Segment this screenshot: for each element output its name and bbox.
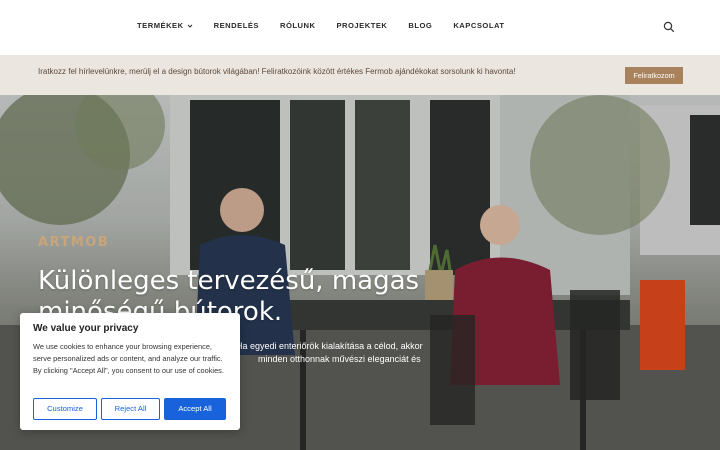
newsletter-text: Iratkozz fel hírlevelünkre, merülj el a …: [38, 67, 516, 76]
nav-item-kapcsolat[interactable]: KAPCSOLAT: [453, 21, 504, 30]
site-header: TERMÉKEK RENDELÉS RÓLUNK PROJEKTEK BLOG …: [0, 0, 720, 55]
main-nav: TERMÉKEK RENDELÉS RÓLUNK PROJEKTEK BLOG …: [137, 21, 526, 30]
nav-item-blog[interactable]: BLOG: [408, 21, 432, 30]
hero-subtitle-line: minden otthonnak művészi eleganciát és: [258, 354, 421, 364]
newsletter-bar: Iratkozz fel hírlevelünkre, merülj el a …: [0, 55, 720, 95]
nav-item-label: BLOG: [408, 21, 433, 30]
nav-item-label: TERMÉKEK: [137, 21, 184, 30]
nav-item-rendeles[interactable]: RENDELÉS: [214, 21, 259, 30]
nav-item-termekek[interactable]: TERMÉKEK: [137, 21, 193, 30]
nav-item-label: PROJEKTEK: [336, 21, 388, 30]
cookie-text: We use cookies to enhance your browsing …: [33, 342, 224, 375]
cookie-title: We value your privacy: [33, 323, 139, 334]
nav-item-label: KAPCSOLAT: [453, 21, 505, 30]
customize-button[interactable]: Customize: [33, 398, 97, 420]
hero-subtitle-line: Ha egyedi enteriőrök kialakítása a célod…: [236, 341, 423, 351]
search-icon[interactable]: [663, 21, 675, 33]
nav-item-label: RÓLUNK: [279, 21, 316, 30]
accept-all-button[interactable]: Accept All: [164, 398, 226, 420]
chevron-down-icon: [187, 24, 192, 28]
hero-subtitle: Ha egyedi enteriőrök kialakítása a célod…: [236, 340, 436, 366]
brand-logo: ARTMOB: [38, 235, 110, 250]
cookie-consent-banner: We value your privacy We use cookies to …: [20, 313, 240, 430]
subscribe-button[interactable]: Feliratkozom: [625, 67, 683, 84]
nav-item-projektek[interactable]: PROJEKTEK: [336, 21, 387, 30]
nav-item-rolunk[interactable]: RÓLUNK: [280, 21, 315, 30]
nav-item-label: RENDELÉS: [213, 21, 259, 30]
reject-all-button[interactable]: Reject All: [101, 398, 160, 420]
